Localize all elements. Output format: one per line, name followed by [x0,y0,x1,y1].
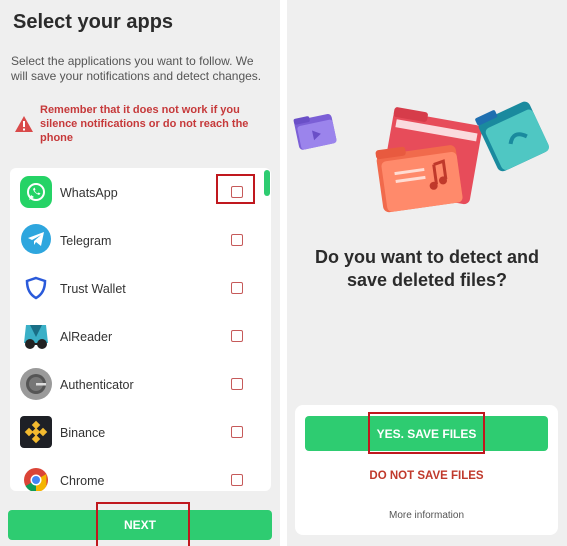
app-checkbox[interactable] [231,330,243,342]
app-name: Authenticator [60,378,134,392]
chrome-icon [20,464,52,491]
whatsapp-icon [20,176,52,208]
highlight-box [96,502,190,546]
scrollbar-thumb[interactable] [264,170,270,196]
app-name: WhatsApp [60,186,118,200]
warning-message: Remember that it does not work if you si… [14,103,264,145]
list-item[interactable]: Telegram [10,216,271,264]
page-title: Select your apps [13,11,174,33]
folders-illustration [293,101,550,213]
app-checkbox[interactable] [231,234,243,246]
binance-icon [20,416,52,448]
page-subtitle: Select the applications you want to foll… [11,54,262,83]
detect-files-screen: Do you want to detect and save deleted f… [287,0,567,546]
trust-wallet-icon [20,272,52,304]
list-item[interactable]: Binance [10,408,271,456]
app-checkbox[interactable] [231,474,243,486]
list-item[interactable]: Authenticator [10,360,271,408]
app-name: Chrome [60,474,105,488]
highlight-box [368,412,485,454]
warning-text: Remember that it does not work if you si… [40,104,249,144]
select-apps-screen: Select your apps Select the applications… [0,0,280,546]
list-item[interactable]: Trust Wallet [10,264,271,312]
list-item[interactable]: Chrome [10,456,271,491]
alreader-icon [20,320,52,352]
panel-divider [280,0,287,546]
app-name: AlReader [60,330,113,344]
list-item[interactable]: AlReader [10,312,271,360]
more-information-link[interactable]: More information [295,510,558,521]
detect-question: Do you want to detect and save deleted f… [314,247,539,290]
app-name: Telegram [60,234,112,248]
do-not-save-link[interactable]: DO NOT SAVE FILES [295,470,558,482]
app-checkbox[interactable] [231,282,243,294]
telegram-icon [21,224,51,254]
app-name: Trust Wallet [60,282,126,296]
warning-icon [15,116,33,132]
highlight-box [216,174,255,204]
app-checkbox[interactable] [231,378,243,390]
authenticator-icon [20,368,52,400]
app-name: Binance [60,426,106,440]
app-list[interactable]: WhatsApp Telegram Trust Wallet AlReader [10,168,271,491]
app-checkbox[interactable] [231,426,243,438]
